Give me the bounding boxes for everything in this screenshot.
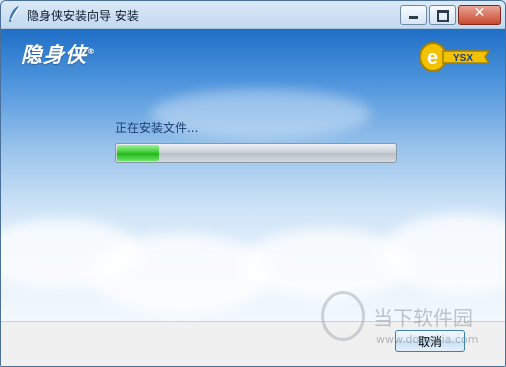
cloud-decoration xyxy=(381,214,505,294)
app-feather-icon xyxy=(9,6,20,22)
close-icon: ✕ xyxy=(473,5,486,21)
svg-text:YSX: YSX xyxy=(453,53,473,64)
watermark-logo-icon xyxy=(321,291,365,341)
window-title: 隐身侠安装向导 安装 xyxy=(27,9,139,23)
install-progress-bar xyxy=(115,143,397,163)
progress-fill xyxy=(117,145,159,161)
watermark-subtext: www.downxia.com xyxy=(376,333,479,346)
title-bar[interactable]: 隐身侠安装向导 安装 ✕ xyxy=(1,1,505,29)
installer-window: 隐身侠安装向导 安装 ✕ 隐身侠® e YSX 正在安装文件... 取消 当下软… xyxy=(0,0,506,367)
ysx-key-logo-icon: e YSX xyxy=(419,42,491,72)
banner-area: 隐身侠® e YSX 正在安装文件... xyxy=(1,29,505,321)
registered-mark: ® xyxy=(87,47,96,56)
maximize-icon xyxy=(437,10,449,22)
product-logo: 隐身侠® xyxy=(21,39,96,69)
minimize-icon xyxy=(409,16,418,19)
install-status-text: 正在安装文件... xyxy=(115,121,199,135)
watermark-text: 当下软件园 xyxy=(373,305,473,330)
svg-text:e: e xyxy=(427,47,438,69)
product-logo-text: 隐身侠 xyxy=(21,43,87,67)
minimize-button[interactable] xyxy=(400,5,427,25)
maximize-button[interactable] xyxy=(429,5,456,25)
window-controls: ✕ xyxy=(400,5,501,25)
close-button[interactable]: ✕ xyxy=(458,5,501,25)
